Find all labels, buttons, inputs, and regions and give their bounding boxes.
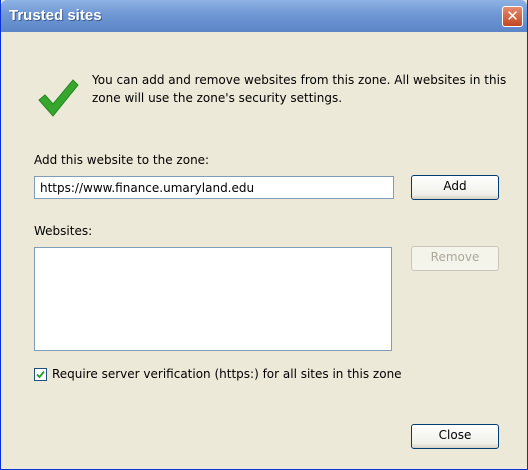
close-window-button[interactable]: ✕ <box>502 6 523 27</box>
website-url-input[interactable] <box>34 176 394 199</box>
close-button[interactable]: Close <box>411 424 499 449</box>
remove-button[interactable]: Remove <box>411 246 499 271</box>
websites-label: Websites: <box>34 224 93 238</box>
require-https-label: Require server verification (https:) for… <box>52 367 402 381</box>
add-website-label: Add this website to the zone: <box>34 153 210 167</box>
websites-list[interactable] <box>34 247 392 351</box>
require-https-option[interactable]: Require server verification (https:) for… <box>34 367 402 381</box>
add-button[interactable]: Add <box>411 175 499 200</box>
checkmark-icon <box>38 79 79 117</box>
zone-info-text: You can add and remove websites from thi… <box>92 73 507 105</box>
trusted-sites-dialog: Trusted sites ✕ You can add and remove w… <box>0 0 528 470</box>
require-https-checkbox[interactable] <box>34 367 47 381</box>
title-bar[interactable]: Trusted sites ✕ <box>1 0 527 32</box>
checkbox-check-icon <box>36 370 45 378</box>
window-title: Trusted sites <box>9 7 102 24</box>
